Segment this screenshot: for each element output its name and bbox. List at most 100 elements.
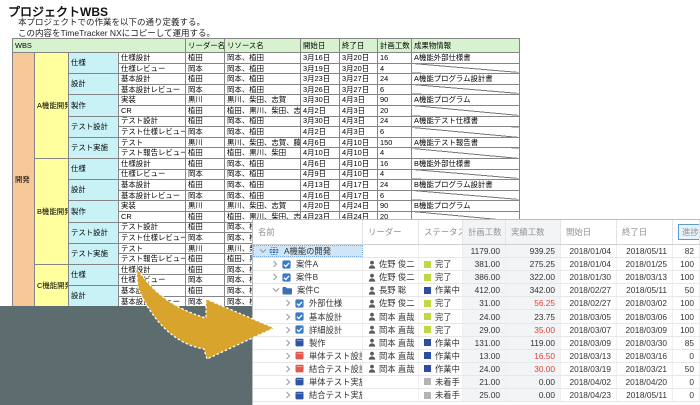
task-row[interactable]: 結合テスト実施未着手25.000.002018/04/232018/05/110 <box>253 389 700 402</box>
wbs-deliverable-cell: B機能プログラム <box>412 201 520 212</box>
actual-value: 30.00 <box>534 364 555 374</box>
wbs-row: テスト実施テスト黒川黒川、柴田、志賀、藤岡、高畑4月6日4月10日150A機能テ… <box>13 137 520 148</box>
wbs-deliverable-cell: A機能テスト報告書 <box>412 137 520 148</box>
task-cell-end: 2018/01/25 <box>617 258 673 270</box>
progress-value: 0 <box>689 390 694 400</box>
chevron-right-icon[interactable] <box>285 326 294 334</box>
task-cell-leader: 岡本 直哉 <box>363 310 419 322</box>
column-header-name[interactable]: 名前 <box>253 220 363 244</box>
end-value: 2018/03/21 <box>625 364 667 374</box>
task-row[interactable]: A機能の開発1179.00939.252018/01/042018/05/118… <box>253 245 700 258</box>
wbs-start-cell: 4月10日 <box>301 148 340 159</box>
chevron-right-icon[interactable] <box>285 378 294 386</box>
wbs-deliverable-cell <box>412 190 520 201</box>
chevron-down-icon[interactable] <box>259 248 268 254</box>
wbs-header-leader: リーダー名 <box>186 39 225 53</box>
status-color-swatch <box>424 352 431 359</box>
wbs-resource-cell: 植田、黒川、柴田、志賀 <box>225 105 301 116</box>
column-header-leader[interactable]: リーダー <box>363 220 419 244</box>
wbs-start-cell: 4月6日 <box>301 137 340 148</box>
column-header-actual[interactable]: 実績工数 <box>506 220 561 244</box>
task-cell-plan: 412.00 <box>463 284 506 296</box>
task-cell-start: 2018/01/30 <box>561 271 617 283</box>
task-row[interactable]: 単体テスト設計岡本 直哉作業中13.0016.502018/03/132018/… <box>253 350 700 363</box>
task-name-label: 案件A <box>296 258 318 270</box>
task-cell-progress: 100 <box>673 297 700 309</box>
chevron-right-icon[interactable] <box>285 299 294 307</box>
task-cell-progress: 50 <box>673 284 700 296</box>
end-value: 2018/01/25 <box>625 259 667 269</box>
column-header-plan[interactable]: 計画工数 <box>463 220 506 244</box>
wbs-leader-cell: 岡本 <box>186 84 225 95</box>
column-header-progress[interactable]: 進捗率 <box>673 220 700 244</box>
chevron-right-icon[interactable] <box>285 313 294 321</box>
wbs-effort-cell: 16 <box>378 158 412 169</box>
column-header-end[interactable]: 終了日 <box>617 220 673 244</box>
column-header-status[interactable]: ステータス <box>419 220 463 244</box>
chevron-right-icon[interactable] <box>285 339 294 347</box>
task-row[interactable]: 案件C長野 聡作業中412.00342.002018/02/272018/05/… <box>253 284 700 297</box>
task-cell-name: 単体テスト実施 <box>253 376 363 388</box>
task-row[interactable]: 詳細設計岡本 直哉完了29.0035.002018/03/072018/03/0… <box>253 324 700 337</box>
task-row[interactable]: 単体テスト実施未着手21.000.002018/04/022018/04/200 <box>253 376 700 389</box>
task-row[interactable]: 製作岡本 直哉作業中131.00119.002018/03/092018/03/… <box>253 337 700 350</box>
plan-value: 386.00 <box>475 272 500 282</box>
task-cell-start: 2018/02/27 <box>561 297 617 309</box>
task-row[interactable]: 外部仕様佐野 俊二完了31.0056.252018/02/272018/03/0… <box>253 297 700 310</box>
task-cell-progress: 100 <box>673 271 700 283</box>
end-value: 2018/03/09 <box>625 325 667 335</box>
wbs-leader-cell: 岡本 <box>186 127 225 138</box>
end-value: 2018/03/16 <box>625 351 667 361</box>
chevron-right-icon[interactable] <box>285 365 294 373</box>
task-cell-actual: 23.75 <box>506 310 561 322</box>
wbs-header-end: 終了日 <box>340 39 378 53</box>
actual-value: 119.00 <box>530 338 555 348</box>
status-label: 作業中 <box>435 350 460 362</box>
wbs-function-cell: A機能開発 <box>35 53 69 159</box>
status-color-swatch <box>424 313 431 320</box>
task-grid-body: A機能の開発1179.00939.252018/01/042018/05/118… <box>253 245 700 402</box>
task-cell-name: A機能の開発 <box>253 245 363 257</box>
wbs-leader-cell: 植田 <box>186 105 225 116</box>
wbs-start-cell: 3月16日 <box>301 53 340 64</box>
wbs-leader-cell: 黒川 <box>186 243 225 254</box>
chevron-right-icon[interactable] <box>272 260 281 268</box>
actual-value: 342.00 <box>530 285 555 295</box>
task-cell-actual: 342.00 <box>506 284 561 296</box>
task-row[interactable]: 基本設計岡本 直哉完了24.0023.752018/03/052018/03/0… <box>253 310 700 323</box>
wbs-leader-cell: 岡本 <box>186 169 225 180</box>
checkbox-checked-icon <box>282 273 291 282</box>
wbs-resource-cell: 黒川、柴田、志賀、藤岡、高畑 <box>225 137 301 148</box>
task-cell-name: 案件C <box>253 284 363 296</box>
column-header-start[interactable]: 開始日 <box>561 220 617 244</box>
wbs-end-cell: 4月3日 <box>340 105 378 116</box>
task-name-label: 詳細設計 <box>309 324 342 336</box>
wbs-task-cell: CR <box>119 211 186 222</box>
wbs-resource-cell: 岡本、植田 <box>225 84 301 95</box>
task-cell-leader: 岡本 直哉 <box>363 350 419 362</box>
wbs-start-cell: 4月16日 <box>301 190 340 201</box>
wbs-task-cell: 仕様レビュー <box>119 63 186 74</box>
task-cell-plan: 381.00 <box>463 258 506 270</box>
wbs-task-cell: 実装 <box>119 95 186 106</box>
wbs-task-cell: テスト仕様レビュー <box>119 127 186 138</box>
chevron-right-icon[interactable] <box>285 391 294 399</box>
wbs-category-cell: 製作 <box>69 95 119 116</box>
task-row[interactable]: 案件A佐野 俊二完了381.00275.252018/01/042018/01/… <box>253 258 700 271</box>
folder-icon <box>282 286 292 295</box>
task-row[interactable]: 結合テスト設計岡本 直哉作業中24.0030.002018/03/192018/… <box>253 363 700 376</box>
chevron-right-icon[interactable] <box>272 273 281 281</box>
task-cell-end: 2018/03/30 <box>617 337 673 349</box>
wbs-start-cell: 3月30日 <box>301 95 340 106</box>
progress-column-selector[interactable]: 進捗率 <box>678 224 700 240</box>
chevron-down-icon[interactable] <box>272 287 281 293</box>
wbs-effort-cell: 4 <box>378 169 412 180</box>
task-cell-status: 完了 <box>419 324 463 336</box>
wbs-row: 製作実装黒川黒川、柴田、志賀4月20日4月24日90B機能プログラム <box>13 201 520 212</box>
chevron-right-icon[interactable] <box>285 352 294 360</box>
wbs-leader-cell: 岡本 <box>186 63 225 74</box>
wbs-task-cell: 仕様レビュー <box>119 169 186 180</box>
wbs-leader-cell: 植田 <box>186 222 225 233</box>
task-row[interactable]: 案件B佐野 俊二完了386.00322.002018/01/302018/03/… <box>253 271 700 284</box>
wbs-row: 製作実装黒川黒川、柴田、志賀3月30日4月3日90A機能プログラム <box>13 95 520 106</box>
